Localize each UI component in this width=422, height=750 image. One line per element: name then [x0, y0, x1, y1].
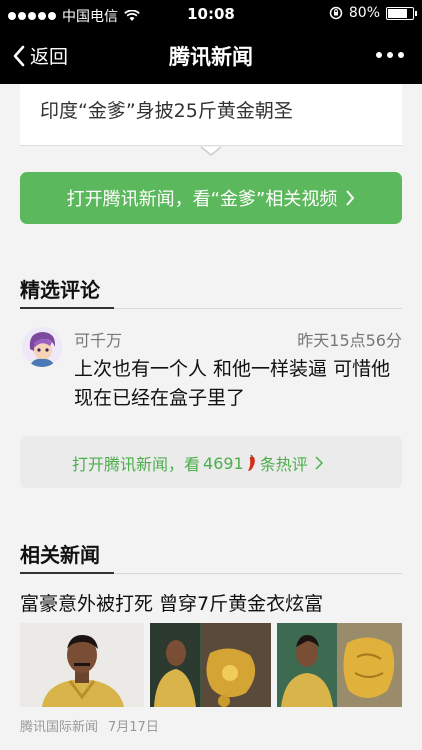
more-dot-icon: [398, 52, 404, 58]
hot-comments-button[interactable]: 打开腾讯新闻，看 4691 条热评: [20, 436, 402, 488]
chili-pepper-icon: [247, 454, 255, 471]
avatar-image: [22, 327, 62, 367]
featured-comments-title: 精选评论: [20, 278, 100, 302]
news-source: 腾讯国际新闻: [20, 720, 99, 735]
chevron-right-icon: [315, 456, 323, 470]
news-photo: [150, 623, 271, 707]
open-app-video-button[interactable]: 打开腾讯新闻，看“金爹”相关视频: [20, 172, 402, 224]
comment-time: 昨天15点56分: [297, 331, 402, 350]
status-right: 80%: [329, 5, 417, 21]
news-thumbnail[interactable]: [150, 623, 271, 707]
section-divider: [20, 572, 402, 574]
back-label: 返回: [30, 46, 69, 68]
back-button[interactable]: 返回: [12, 42, 68, 69]
chevron-left-icon: [13, 45, 25, 66]
battery-percent: 80%: [348, 5, 380, 21]
more-menu-button[interactable]: [376, 52, 404, 58]
open-app-video-label: 打开腾讯新闻，看“金爹”相关视频: [66, 189, 338, 210]
news-photo: [20, 623, 144, 707]
avatar[interactable]: [22, 327, 62, 367]
news-thumbnail[interactable]: [277, 623, 402, 707]
hot-comments-prefix: 打开腾讯新闻，看: [72, 455, 201, 474]
more-dot-icon: [387, 52, 393, 58]
article-headline: 印度“金爹”身披25斤黄金朝圣: [40, 100, 293, 122]
hot-comments-count: 4691: [203, 453, 244, 473]
hot-comments-text: 打开腾讯新闻，看 4691 条热评: [72, 451, 323, 475]
comment-text: 上次也有一个人 和他一样装逼 可惜他现在已经在盒子里了: [74, 358, 391, 409]
news-meta: 腾讯国际新闻 7月17日: [20, 716, 159, 735]
chevron-right-icon: [346, 190, 355, 206]
news-thumbnail[interactable]: [20, 623, 144, 707]
comment-item: 可千万 昨天15点56分 上次也有一个人 和他一样装逼 可惜他现在已经在盒子里了: [20, 325, 402, 425]
status-bar: 中国电信 10:08 80%: [0, 0, 422, 28]
news-photo: [277, 623, 402, 707]
related-news-headline[interactable]: 富豪意外被打死 曾穿7斤黄金衣炫富: [20, 589, 323, 616]
battery-icon: [386, 6, 417, 20]
chevron-down-icon[interactable]: [200, 146, 222, 156]
section-divider: [20, 307, 402, 309]
hot-comments-suffix: 条热评: [259, 455, 308, 474]
more-dot-icon: [376, 52, 382, 58]
comment-username[interactable]: 可千万: [74, 327, 122, 351]
related-news-title: 相关新闻: [20, 543, 100, 567]
news-date: 7月17日: [108, 720, 159, 735]
article-card[interactable]: 印度“金爹”身披25斤黄金朝圣: [20, 84, 402, 146]
nav-bar: 返回 腾讯新闻: [0, 28, 422, 84]
rotation-lock-icon: [329, 6, 343, 20]
